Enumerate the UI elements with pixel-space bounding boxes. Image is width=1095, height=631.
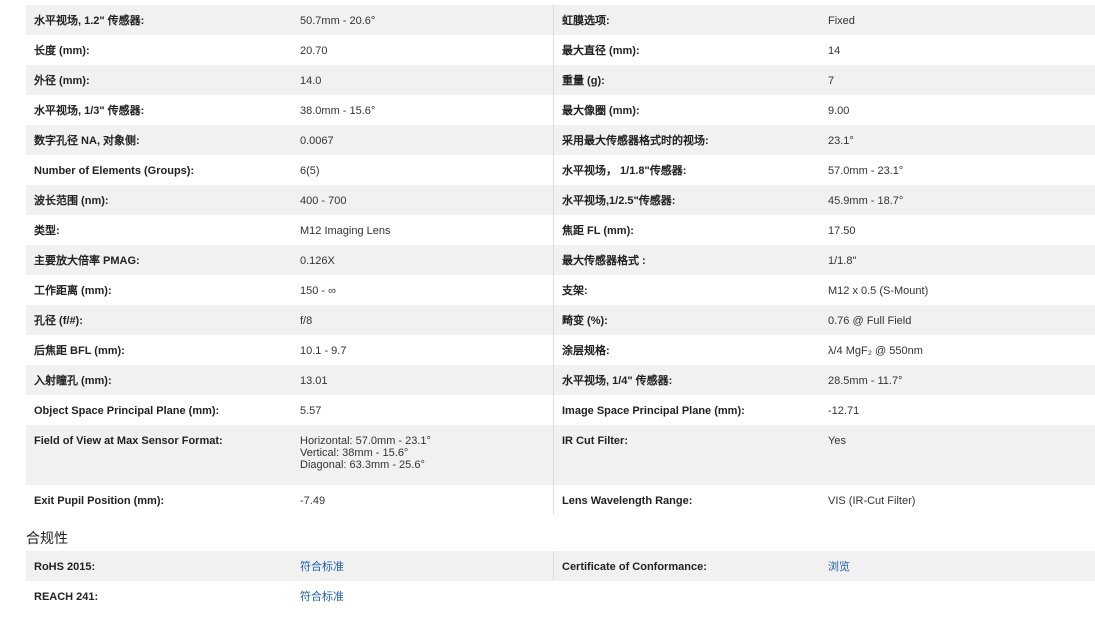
spec-row: 数字孔径 NA, 对象侧: 0.0067 采用最大传感器格式时的视场: 23.1… <box>26 125 1095 155</box>
spec-row: 主要放大倍率 PMAG: 0.126X 最大传感器格式 : 1/1.8" <box>26 245 1095 275</box>
spec-value-multiline: Horizontal: 57.0mm - 23.1° Vertical: 38m… <box>292 425 554 485</box>
compliance-title: 合规性 <box>26 531 68 547</box>
fov-diagonal: Diagonal: 63.3mm - 25.6° <box>300 459 425 471</box>
spec-label: 工作距离 (mm): <box>34 285 112 297</box>
spec-label: 水平视场, 1.2" 传感器: <box>34 15 145 27</box>
spec-label: Image Space Principal Plane (mm): <box>562 405 745 417</box>
spec-label: 孔径 (f/#): <box>34 315 83 327</box>
spec-value: 10.1 - 9.7 <box>292 335 554 365</box>
compliance-row: REACH 241: 符合标准 <box>26 581 1095 611</box>
compliance-table: RoHS 2015: 符合标准 Certificate of Conforman… <box>26 551 1095 611</box>
specifications-table: 水平视场, 1.2" 传感器: 50.7mm - 20.6° 虹膜选项: Fix… <box>26 5 1095 515</box>
spec-value: 14.0 <box>292 65 554 95</box>
spec-value: 0.126X <box>292 245 554 275</box>
spec-row: Exit Pupil Position (mm): -7.49 Lens Wav… <box>26 485 1095 515</box>
spec-label: Number of Elements (Groups): <box>34 165 195 177</box>
spec-value: 1/1.8" <box>828 255 857 267</box>
spec-row: 入射瞳孔 (mm): 13.01 水平视场, 1/4" 传感器: 28.5mm … <box>26 365 1095 395</box>
spec-row: 波长范围 (nm): 400 - 700 水平视场,1/2.5"传感器: 45.… <box>26 185 1095 215</box>
spec-value: 57.0mm - 23.1° <box>828 165 904 177</box>
spec-value: 7 <box>828 75 835 87</box>
spec-value: M12 x 0.5 (S-Mount) <box>828 285 929 297</box>
spec-value: 20.70 <box>292 35 554 65</box>
spec-value: 5.57 <box>292 395 554 425</box>
spec-label: 采用最大传感器格式时的视场: <box>562 135 709 147</box>
spec-row: Number of Elements (Groups): 6(5) 水平视场， … <box>26 155 1095 185</box>
spec-label: 重量 (g): <box>562 75 605 87</box>
spec-label: 焦距 FL (mm): <box>562 225 634 237</box>
spec-label: 最大像圈 (mm): <box>562 105 640 117</box>
spec-row: 长度 (mm): 20.70 最大直径 (mm): 14 <box>26 35 1095 65</box>
spec-value: 28.5mm - 11.7° <box>828 375 903 387</box>
fov-horizontal: Horizontal: 57.0mm - 23.1° <box>300 435 431 447</box>
spec-label: 数字孔径 NA, 对象侧: <box>34 135 140 147</box>
spec-value: 400 - 700 <box>292 185 554 215</box>
spec-label: 最大直径 (mm): <box>562 45 640 57</box>
spec-row: 水平视场, 1/3" 传感器: 38.0mm - 15.6° 最大像圈 (mm)… <box>26 95 1095 125</box>
compliance-label: REACH 241: <box>34 591 99 603</box>
spec-label: 长度 (mm): <box>34 45 90 57</box>
spec-label: 后焦距 BFL (mm): <box>34 345 125 357</box>
spec-value: 50.7mm - 20.6° <box>292 5 554 35</box>
spec-label: 畸变 (%): <box>562 315 608 327</box>
spec-value: VIS (IR-Cut Filter) <box>828 495 916 507</box>
compliance-label <box>554 581 820 611</box>
spec-label: 波长范围 (nm): <box>34 195 109 207</box>
spec-label: 类型: <box>34 225 60 237</box>
spec-value: 17.50 <box>828 225 856 237</box>
spec-label: Object Space Principal Plane (mm): <box>34 405 220 417</box>
spec-row-field-of-view: Field of View at Max Sensor Format: Hori… <box>26 425 1095 485</box>
spec-value: 150 - ∞ <box>292 275 554 305</box>
spec-value: 23.1° <box>828 135 854 147</box>
spec-value: -12.71 <box>828 405 860 417</box>
spec-label: 涂层规格: <box>562 345 610 357</box>
spec-label: 支架: <box>562 285 588 297</box>
spec-value: f/8 <box>292 305 554 335</box>
spec-value: λ/4 MgF₂ @ 550nm <box>828 345 923 357</box>
spec-value: 0.0067 <box>292 125 554 155</box>
spec-label: 外径 (mm): <box>34 75 90 87</box>
spec-row: 后焦距 BFL (mm): 10.1 - 9.7 涂层规格: λ/4 MgF₂ … <box>26 335 1095 365</box>
spec-label: 水平视场,1/2.5"传感器: <box>562 195 676 207</box>
spec-value: Fixed <box>828 15 855 27</box>
spec-row: 类型: M12 Imaging Lens 焦距 FL (mm): 17.50 <box>26 215 1095 245</box>
spec-row: 外径 (mm): 14.0 重量 (g): 7 <box>26 65 1095 95</box>
spec-row: Object Space Principal Plane (mm): 5.57 … <box>26 395 1095 425</box>
spec-value: Yes <box>828 435 846 447</box>
compliance-label: Certificate of Conformance: <box>562 561 707 573</box>
compliance-label: RoHS 2015: <box>34 561 96 573</box>
spec-label: 虹膜选项: <box>562 15 610 27</box>
spec-row: 水平视场, 1.2" 传感器: 50.7mm - 20.6° 虹膜选项: Fix… <box>26 5 1095 35</box>
spec-value: -7.49 <box>292 485 554 515</box>
spec-value: 45.9mm - 18.7° <box>828 195 904 207</box>
spec-label: Field of View at Max Sensor Format: <box>34 435 223 447</box>
spec-value: 9.00 <box>828 105 850 117</box>
certificate-browse-link[interactable]: 浏览 <box>820 551 1095 581</box>
spec-label: 水平视场, 1/4" 传感器: <box>562 375 673 387</box>
compliance-row: RoHS 2015: 符合标准 Certificate of Conforman… <box>26 551 1095 581</box>
spec-label: 最大传感器格式 : <box>562 255 646 267</box>
spec-label: 水平视场， 1/1.8"传感器: <box>562 165 687 177</box>
spec-label: 入射瞳孔 (mm): <box>34 375 112 387</box>
spec-value: 38.0mm - 15.6° <box>292 95 554 125</box>
spec-value: 6(5) <box>292 155 554 185</box>
spec-value: 14 <box>828 45 841 57</box>
spec-row: 孔径 (f/#): f/8 畸变 (%): 0.76 @ Full Field <box>26 305 1095 335</box>
spec-label: 水平视场, 1/3" 传感器: <box>34 105 145 117</box>
spec-row: 工作距离 (mm): 150 - ∞ 支架: M12 x 0.5 (S-Moun… <box>26 275 1095 305</box>
reach-link[interactable]: 符合标准 <box>292 581 554 611</box>
spec-value: 13.01 <box>292 365 554 395</box>
compliance-value <box>820 581 1095 611</box>
fov-vertical: Vertical: 38mm - 15.6° <box>300 447 409 459</box>
rohs-link[interactable]: 符合标准 <box>292 551 554 581</box>
spec-label: 主要放大倍率 PMAG: <box>34 255 140 267</box>
spec-value: 0.76 @ Full Field <box>828 315 912 327</box>
spec-label: IR Cut Filter: <box>562 435 628 447</box>
spec-label: Lens Wavelength Range: <box>562 495 693 507</box>
spec-value: M12 Imaging Lens <box>292 215 554 245</box>
spec-label: Exit Pupil Position (mm): <box>34 495 165 507</box>
